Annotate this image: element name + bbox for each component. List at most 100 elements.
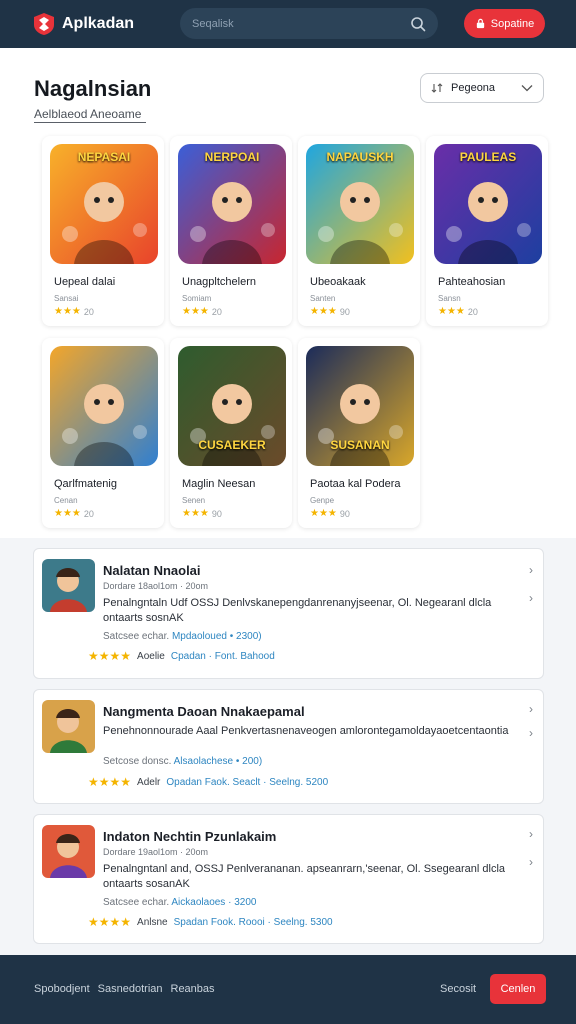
article-footer: ★★★★ Adelr Opadan Faok. Seaclt · Seelng. 5… bbox=[88, 775, 328, 789]
game-rating: ★★★ 20 bbox=[54, 306, 94, 317]
game-genre: Sansn bbox=[438, 294, 461, 303]
game-cover-title: NERPOAI bbox=[204, 150, 260, 164]
game-cover-title: NEPASAI bbox=[77, 150, 131, 164]
subtitle-divider bbox=[34, 122, 146, 123]
star-rating-icon: ★★★★ bbox=[88, 649, 132, 663]
source-label: Setcose donsc. bbox=[103, 756, 172, 767]
sort-dropdown[interactable]: Pegeona bbox=[420, 73, 544, 103]
rating-value: 20 bbox=[83, 508, 94, 519]
article-thumbnail bbox=[42, 825, 95, 878]
article-description: Penehnonnourade Aaal Penkvertasnenaveoge… bbox=[103, 725, 509, 737]
game-card[interactable]: Maglin Neesan Senen ★★★ 90 CUSAEKER bbox=[170, 338, 292, 528]
star-rating-icon: ★★★ bbox=[54, 508, 81, 519]
article-tags[interactable]: Spadan Fook. Roooi · Seelng. 5300 bbox=[174, 917, 333, 928]
game-card[interactable]: Paotaa kal Podera Genpe ★★★ 90 SUSANAN bbox=[298, 338, 420, 528]
game-genre: Genpe bbox=[310, 496, 335, 505]
game-rating: ★★★ 20 bbox=[54, 508, 94, 519]
article-description: Penalngntanl and, OSSJ Penlverananan. ap… bbox=[103, 863, 506, 890]
game-title: Pahteahosian bbox=[438, 276, 506, 288]
search-icon[interactable] bbox=[410, 16, 426, 32]
app-logo[interactable]: Aplkadan bbox=[32, 12, 134, 36]
footer-cta-button[interactable]: Cenlen bbox=[490, 974, 546, 1004]
game-card[interactable]: Ubeoakaak Santen ★★★ 90 NAPAUSKH bbox=[298, 136, 420, 326]
sign-in-label: Sopatine bbox=[490, 17, 535, 30]
game-rating: ★★★ 20 bbox=[438, 306, 478, 317]
game-title: Qarlfmatenig bbox=[54, 478, 117, 490]
game-card[interactable]: Unagpltchelern Somiam ★★★ 20 NERPOAI bbox=[170, 136, 292, 326]
game-rating: ★★★ 90 bbox=[310, 508, 350, 519]
footer-links: Spobodjent Sasnedotrian Reanbas bbox=[34, 983, 215, 995]
article-footer: ★★★★ Aoelie Cpadan · Font. Bahood bbox=[88, 649, 275, 663]
page-title: Nagalnsian bbox=[34, 76, 152, 101]
game-title: Unagpltchelern bbox=[182, 276, 256, 288]
article-date: Dordare 18aol1om · 20om bbox=[103, 581, 209, 591]
article-title[interactable]: Indaton Nechtin Pzunlakaim bbox=[103, 829, 276, 844]
game-cover-title: PAULEAS bbox=[459, 150, 517, 164]
top-navbar: Aplkadan Sopatine bbox=[0, 0, 576, 48]
footer-link[interactable]: Reanbas bbox=[171, 983, 215, 995]
game-cover-title: SUSANAN bbox=[330, 438, 390, 452]
rating-value: 20 bbox=[211, 306, 222, 317]
chevron-right-icon[interactable]: › bbox=[529, 827, 533, 841]
footer-search-link[interactable]: Secosit bbox=[440, 983, 476, 995]
article-source: Satcsee echar. Aickaolaoes · 3200 bbox=[103, 897, 256, 908]
chevron-right-icon[interactable]: › bbox=[529, 591, 533, 605]
footer-link[interactable]: Spobodjent bbox=[34, 983, 90, 995]
search-input[interactable] bbox=[192, 17, 410, 30]
game-genre: Somiam bbox=[182, 294, 212, 303]
footer-link[interactable]: Sasnedotrian bbox=[98, 983, 163, 995]
star-rating-icon: ★★★ bbox=[310, 306, 337, 317]
article-item[interactable]: Nangmenta Daoan Nnakaepamal Penehnonnoura… bbox=[33, 689, 544, 804]
game-cover-title: NAPAUSKH bbox=[326, 150, 394, 164]
source-label: Satcsee echar. bbox=[103, 897, 170, 908]
article-rating-label: Anlsne bbox=[137, 916, 168, 928]
article-thumbnail bbox=[42, 700, 95, 753]
article-date: Dordare 19aol1om · 20om bbox=[103, 847, 209, 857]
sort-icon bbox=[431, 83, 443, 93]
source-link[interactable]: Alsaolachese • 200) bbox=[174, 756, 263, 767]
star-rating-icon: ★★★ bbox=[182, 508, 209, 519]
game-cover-image bbox=[50, 346, 158, 466]
article-source: Setcose donsc. Alsaolachese • 200) bbox=[103, 756, 262, 767]
article-title[interactable]: Nalatan Nnaolai bbox=[103, 563, 201, 578]
sign-in-button[interactable]: Sopatine bbox=[464, 9, 545, 38]
chevron-right-icon[interactable]: › bbox=[529, 855, 533, 869]
star-rating-icon: ★★★ bbox=[182, 306, 209, 317]
article-item[interactable]: Nalatan Nnaolai Dordare 18aol1om · 20om Pe… bbox=[33, 548, 544, 679]
chevron-right-icon[interactable]: › bbox=[529, 702, 533, 716]
article-rating-label: Adelr bbox=[137, 776, 161, 788]
game-genre: Cenan bbox=[54, 496, 78, 505]
chevron-right-icon[interactable]: › bbox=[529, 563, 533, 577]
star-rating-icon: ★★★ bbox=[310, 508, 337, 519]
star-rating-icon: ★★★ bbox=[54, 306, 81, 317]
game-card[interactable]: Uepeal dalai Sansai ★★★ 20 NEPASAI bbox=[42, 136, 164, 326]
shield-logo-icon bbox=[34, 13, 54, 35]
sort-value: Pegeona bbox=[451, 82, 496, 94]
page-subtitle: Aelblaeod Aneoame bbox=[34, 107, 142, 121]
game-title: Paotaa kal Podera bbox=[310, 478, 401, 490]
source-link[interactable]: Aickaolaoes · 3200 bbox=[171, 897, 256, 908]
article-tags[interactable]: Opadan Faok. Seaclt · Seelng. 5200 bbox=[166, 777, 328, 788]
article-footer: ★★★★ Anlsne Spadan Fook. Roooi · Seelng. 5… bbox=[88, 915, 333, 929]
game-card[interactable]: Qarlfmatenig Cenan ★★★ 20 bbox=[42, 338, 164, 528]
game-card[interactable]: Pahteahosian Sansn ★★★ 20 PAULEAS bbox=[426, 136, 548, 326]
star-rating-icon: ★★★★ bbox=[88, 775, 132, 789]
rating-value: 20 bbox=[83, 306, 94, 317]
star-rating-icon: ★★★★ bbox=[88, 915, 132, 929]
game-genre: Senen bbox=[182, 496, 206, 505]
chevron-right-icon[interactable]: › bbox=[529, 726, 533, 740]
lock-icon bbox=[476, 18, 484, 29]
rating-value: 90 bbox=[339, 306, 350, 317]
source-link[interactable]: Mpdaoloued • 2300) bbox=[172, 631, 262, 642]
search-bar[interactable] bbox=[180, 8, 438, 39]
game-rating: ★★★ 90 bbox=[182, 508, 222, 519]
article-title[interactable]: Nangmenta Daoan Nnakaepamal bbox=[103, 704, 305, 719]
game-title: Maglin Neesan bbox=[182, 478, 256, 490]
article-rating-label: Aoelie bbox=[137, 650, 165, 662]
game-title: Uepeal dalai bbox=[54, 276, 116, 288]
article-item[interactable]: Indaton Nechtin Pzunlakaim Dordare 19aol1… bbox=[33, 814, 544, 944]
article-tags[interactable]: Cpadan · Font. Bahood bbox=[171, 651, 275, 662]
game-title: Ubeoakaak bbox=[310, 276, 366, 288]
source-label: Satcsee echar. bbox=[103, 631, 170, 642]
main-panel: Nagalnsian Aelblaeod Aneoame Pegeona Uep… bbox=[0, 48, 576, 538]
